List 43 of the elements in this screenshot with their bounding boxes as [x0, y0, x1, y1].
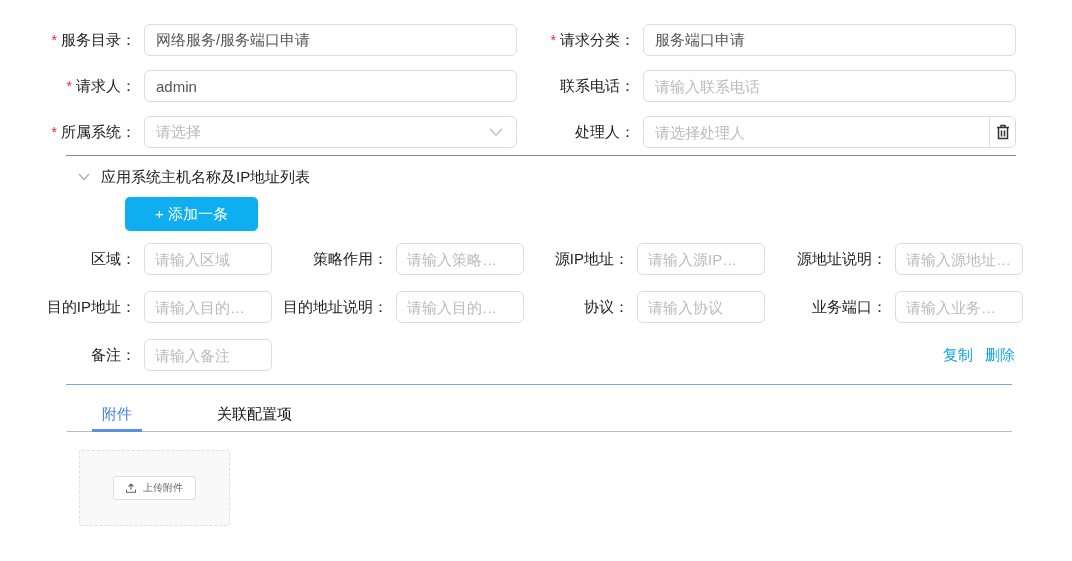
- field-label: 所属系统：: [61, 122, 136, 140]
- field-label: 请求人：: [76, 76, 136, 94]
- input-field[interactable]: 服务端口申请: [643, 24, 1016, 56]
- input-field[interactable]: 请输入业务…: [895, 291, 1023, 323]
- input-field[interactable]: 请输入源IP…: [637, 243, 765, 275]
- required-mark: *: [66, 77, 72, 94]
- upload-icon: [126, 482, 136, 493]
- field-label: 服务目录：: [61, 30, 136, 48]
- input-field[interactable]: admin: [144, 70, 517, 102]
- upload-area[interactable]: 上传附件: [79, 449, 230, 526]
- field-label: 备注：: [90, 345, 136, 365]
- tab[interactable]: 附件: [92, 405, 142, 432]
- field-label: 源地址说明：: [796, 249, 887, 269]
- chevron-down-icon: [489, 128, 503, 136]
- field-label: 联系电话：: [560, 76, 635, 94]
- required-mark: *: [51, 31, 57, 48]
- input-field[interactable]: 请输入目的…: [144, 291, 272, 323]
- field-label: 业务端口：: [811, 297, 887, 317]
- field-label: 策略作用：: [312, 249, 388, 269]
- section-title: 应用系统主机名称及IP地址列表: [101, 167, 311, 187]
- field-label: 区域：: [90, 249, 136, 269]
- input-field[interactable]: 请输入备注: [144, 339, 272, 371]
- field-label: 请求分类：: [560, 30, 635, 48]
- collapse-toggle[interactable]: [76, 171, 92, 183]
- required-mark: *: [51, 123, 57, 140]
- field-label: 目的地址说明：: [282, 297, 388, 317]
- input-field[interactable]: 请输入协议: [637, 291, 765, 323]
- input-field[interactable]: 请输入区域: [144, 243, 272, 275]
- required-mark: *: [550, 31, 556, 48]
- input-field[interactable]: 请输入联系电话: [643, 70, 1016, 102]
- tab[interactable]: 关联配置项: [207, 405, 302, 432]
- field-label: 源IP地址：: [553, 249, 629, 269]
- field-label: 协议：: [583, 297, 629, 317]
- field-label: 目的IP地址：: [45, 297, 136, 317]
- delete-button[interactable]: [989, 117, 1015, 147]
- field-label: 处理人：: [575, 122, 635, 140]
- chevron-down-icon: [78, 173, 90, 181]
- upload-button[interactable]: 上传附件: [113, 475, 196, 500]
- input-field[interactable]: 网络服务/服务端口申请: [144, 24, 517, 56]
- input-field[interactable]: 请输入策略…: [396, 243, 524, 275]
- trash-icon: [995, 124, 1010, 140]
- input-field[interactable]: 请输入源地址…: [895, 243, 1023, 275]
- input-field[interactable]: 请输入目的…: [396, 291, 524, 323]
